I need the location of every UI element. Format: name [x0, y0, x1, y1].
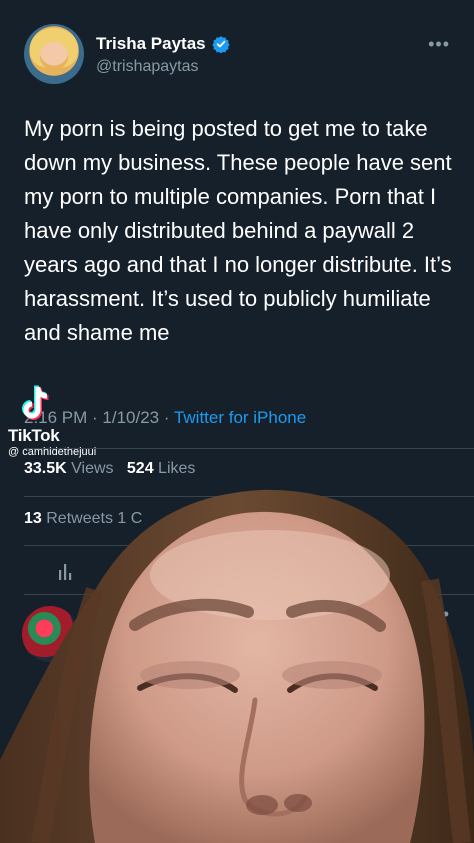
- tiktok-brand: TikTok: [8, 426, 60, 445]
- tiktok-logo-icon: [22, 385, 49, 420]
- tweet-meta: 2:16 PM · 1/10/23 · Twitter for iPhone: [24, 408, 306, 428]
- reply-avatar[interactable]: [22, 606, 78, 662]
- tweet-source-link[interactable]: Twitter for iPhone: [174, 408, 306, 427]
- views-likes-row: 33.5K Views 524 Likes: [24, 460, 195, 478]
- views-count: 33.5K: [24, 460, 67, 477]
- retweets-count[interactable]: 13: [24, 510, 42, 527]
- retweets-label[interactable]: Retweets: [46, 510, 113, 527]
- likes-count[interactable]: 524: [127, 460, 154, 477]
- views-label: Views: [71, 460, 114, 477]
- ellipsis-icon[interactable]: •••: [428, 34, 450, 55]
- divider: [24, 594, 474, 595]
- divider: [24, 448, 474, 449]
- tweet-text: My porn is being posted to get me to tak…: [24, 116, 452, 345]
- tweet-screen: Trisha Paytas @trishapaytas ••• My porn …: [0, 0, 474, 843]
- share-icon[interactable]: [396, 558, 418, 580]
- retweets-extra: 1 C: [117, 510, 143, 527]
- user-handle[interactable]: @trishapaytas: [96, 58, 199, 76]
- analytics-icon[interactable]: [56, 560, 78, 582]
- profile-avatar[interactable]: [24, 24, 84, 84]
- likes-label[interactable]: Likes: [158, 460, 195, 477]
- name-row: Trisha Paytas: [96, 34, 230, 54]
- divider: [24, 545, 474, 546]
- retweets-row: 13 Retweets 1 C: [24, 510, 142, 528]
- divider: [24, 496, 474, 497]
- reply-ellipsis-icon[interactable]: •••: [428, 604, 450, 625]
- display-name[interactable]: Trisha Paytas: [96, 34, 206, 54]
- verified-badge-icon: [211, 36, 230, 53]
